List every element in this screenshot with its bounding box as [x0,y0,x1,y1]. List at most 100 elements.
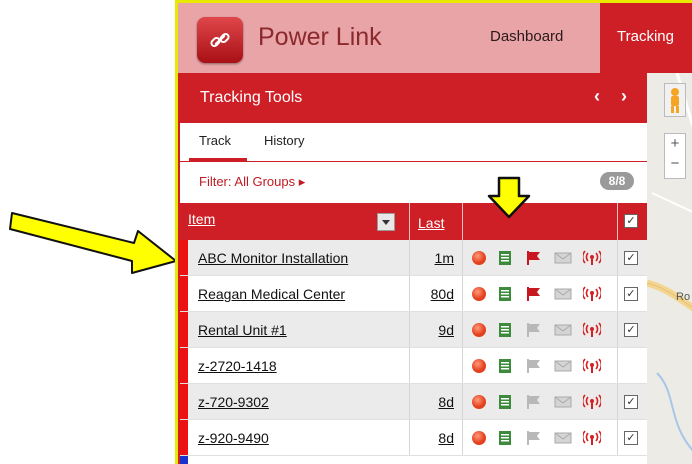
signal-icon[interactable] [583,358,601,374]
last-update-link[interactable]: 80d [402,286,454,302]
last-update-link[interactable]: 1m [402,250,454,266]
zoom-in-button[interactable]: + [665,134,685,154]
header-divider [462,203,463,240]
status-dot-icon[interactable] [471,322,487,338]
mail-icon[interactable] [554,286,572,302]
item-name-link[interactable]: Reagan Medical Center [198,286,345,302]
flag-icon[interactable] [525,394,541,410]
tab-track[interactable]: Track [199,133,231,148]
signal-icon[interactable] [583,286,601,302]
map-view[interactable] [647,73,692,464]
tab-history[interactable]: History [264,133,304,148]
status-bar [180,348,188,383]
column-divider [462,240,463,275]
nav-tracking[interactable]: Tracking [600,3,692,73]
select-all-checkbox[interactable]: ✓ [624,214,638,228]
app-window: Power Link Dashboard Tracking Tracking T… [175,0,692,464]
filter-bar: Filter: All Groups ▸ 8/8 [180,162,647,203]
column-divider [617,312,618,347]
column-divider [462,420,463,455]
flag-icon[interactable] [525,430,541,446]
status-bar [180,420,188,455]
table-row[interactable]: z-920-9490 8d ✓ [180,420,647,456]
flag-icon[interactable] [525,358,541,374]
notes-icon[interactable] [498,286,512,302]
tracking-tools-panel: Tracking Tools ‹ › Track History Filter:… [178,73,647,464]
status-dot-icon[interactable] [471,358,487,374]
signal-icon[interactable] [583,322,601,338]
item-name-link[interactable]: z-720-9302 [198,394,269,410]
column-divider [409,348,410,383]
item-sort-dropdown[interactable] [377,213,395,231]
status-bar [180,240,188,275]
last-update-link[interactable]: 9d [402,322,454,338]
zoom-out-button[interactable]: − [665,154,685,174]
tab-bar: Track History [180,123,647,162]
flag-icon[interactable] [525,286,541,302]
column-divider [617,420,618,455]
column-divider [617,276,618,311]
mail-icon[interactable] [554,430,572,446]
brand-name: Power Link [258,23,382,51]
flag-icon[interactable] [525,322,541,338]
signal-icon[interactable] [583,394,601,410]
link-icon[interactable] [197,17,243,63]
panel-nav-arrows[interactable]: ‹ › [594,86,635,107]
column-divider [462,276,463,311]
mail-icon[interactable] [554,250,572,266]
map-zoom-control[interactable]: + − [664,133,686,179]
notes-icon[interactable] [498,322,512,338]
item-name-link[interactable]: ABC Monitor Installation [198,250,348,266]
status-dot-icon[interactable] [471,286,487,302]
table-row[interactable]: Reagan Medical Center 80d ✓ [180,276,647,312]
status-dot-icon[interactable] [471,250,487,266]
status-bar [180,312,188,347]
column-divider [462,384,463,419]
item-name-link[interactable]: Rental Unit #1 [198,322,287,338]
table-row[interactable]: Rental Unit #1 9d ✓ [180,312,647,348]
map-roads [647,73,692,451]
row-checkbox[interactable]: ✓ [624,251,638,265]
notes-icon[interactable] [498,250,512,266]
active-tab-indicator [189,158,247,161]
mail-icon[interactable] [554,394,572,410]
signal-icon[interactable] [583,250,601,266]
annotation-arrow-left [9,212,177,274]
mail-icon[interactable] [554,358,572,374]
item-name-link[interactable]: z-920-9490 [198,430,269,446]
mail-icon[interactable] [554,322,572,338]
header-divider [617,203,618,240]
table-header: Item Last ✓ [180,203,647,240]
column-header-item[interactable]: Item [188,211,215,227]
row-checkbox[interactable]: ✓ [624,323,638,337]
status-dot-icon[interactable] [471,394,487,410]
top-navigation-bar: Power Link Dashboard Tracking [178,3,692,73]
column-header-last[interactable]: Last [418,215,444,231]
row-checkbox[interactable]: ✓ [624,395,638,409]
last-update-link[interactable]: 8d [402,430,454,446]
item-name-link[interactable]: z-2720-1418 [198,358,277,374]
table-row[interactable]: ABC Monitor Installation 1m ✓ [180,240,647,276]
notes-icon[interactable] [498,394,512,410]
status-bar [180,456,188,464]
table-row[interactable]: z-2720-1418 [180,348,647,384]
notes-icon[interactable] [498,430,512,446]
status-bar [180,384,188,419]
filter-groups-link[interactable]: Filter: All Groups ▸ [199,174,305,190]
table-row[interactable]: z-720-9302 8d ✓ [180,384,647,420]
status-bar [180,276,188,311]
panel-title: Tracking Tools [200,89,303,106]
column-divider [617,348,618,383]
notes-icon[interactable] [498,358,512,374]
flag-icon[interactable] [525,250,541,266]
signal-icon[interactable] [583,430,601,446]
map-road-label: Ro [676,291,691,303]
nav-dashboard[interactable]: Dashboard [490,28,563,45]
column-divider [462,348,463,383]
status-dot-icon[interactable] [471,430,487,446]
panel-header: Tracking Tools ‹ › [180,73,647,123]
pegman-icon[interactable] [664,83,686,117]
row-checkbox[interactable]: ✓ [624,431,638,445]
row-checkbox[interactable]: ✓ [624,287,638,301]
last-update-link[interactable]: 8d [402,394,454,410]
